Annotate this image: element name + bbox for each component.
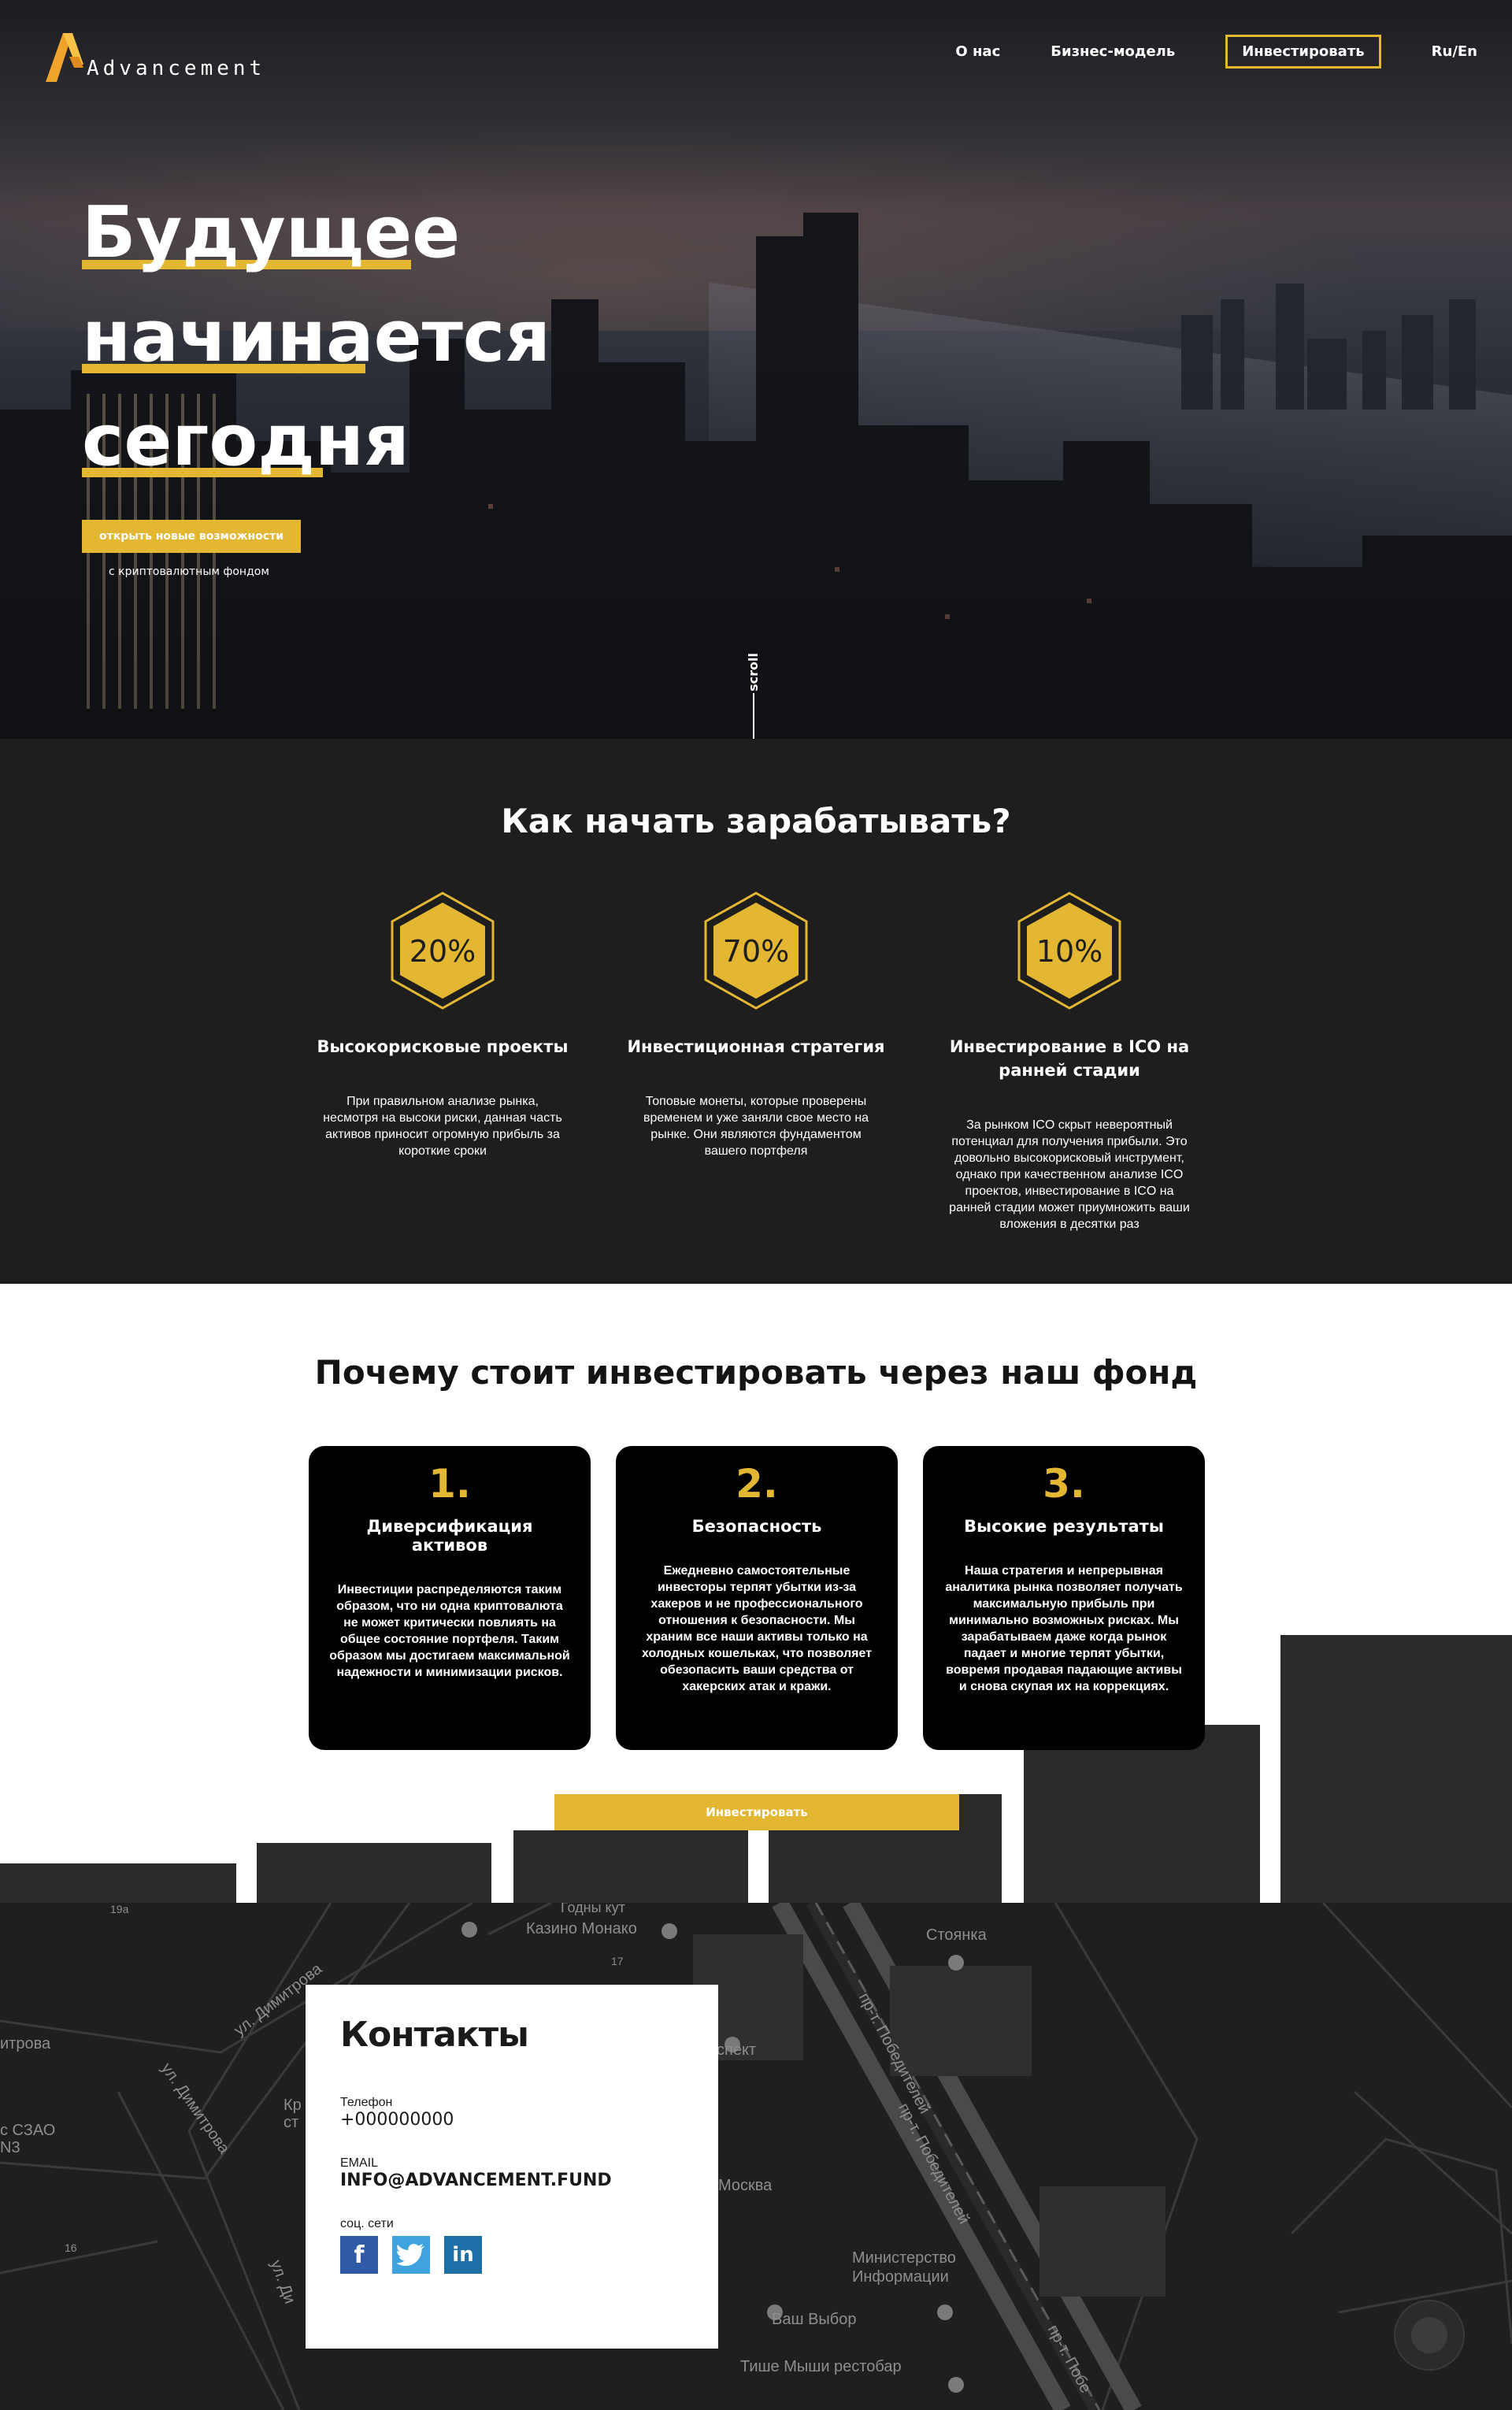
card-desc: Инвестиции распределяются таким образом,… [329, 1583, 570, 1679]
why-title: Почему стоит инвестировать через наш фон… [314, 1353, 1198, 1392]
card-title: Безопасность [691, 1517, 822, 1536]
map-label-parking: Стоянка [926, 1926, 987, 1944]
decorative-step [1024, 1725, 1260, 1903]
card-number: 2. [736, 1461, 778, 1507]
map-label-moscow: Москва [718, 2177, 773, 2194]
twitter-bird-icon [397, 2244, 424, 2266]
card-number: 3. [1043, 1461, 1085, 1507]
advantage-card: 3. Высокие результаты Наша стратегия и н… [923, 1446, 1205, 1750]
contacts-card: Контакты Телефон +000000000 EMAIL INFO@A… [306, 1985, 718, 2349]
nav-business-model-link[interactable]: Бизнес-модель [1051, 43, 1175, 60]
language-switch[interactable]: Ru/En [1432, 43, 1477, 60]
logo-text: Advancement [87, 57, 266, 80]
scroll-label: scroll [745, 653, 761, 691]
map-roads [0, 1903, 1512, 2410]
headline-line-2: начинается [82, 295, 551, 378]
social-links: f in [340, 2236, 684, 2274]
earn-title: Как начать зарабатывать? [501, 802, 1011, 840]
logo-mark-icon [46, 33, 83, 82]
card-title: Диверсификация активов [366, 1517, 533, 1555]
earn-item-desc: Топовые монеты, которые проверены времен… [643, 1095, 869, 1158]
twitter-icon[interactable] [392, 2236, 430, 2274]
earn-item-title: Высокорисковые проекты [317, 1037, 569, 1056]
headline-line-1: Будущее [82, 191, 461, 274]
map-label-ministry-2: Информации [852, 2268, 949, 2286]
card-desc: Ежедневно самостоятельные инвесторы терп… [641, 1564, 873, 1693]
top-nav: О нас Бизнес-модель Инвестировать Ru/En [905, 35, 1477, 69]
map-label-szao-2: N3 [0, 2139, 20, 2156]
email-value[interactable]: INFO@ADVANCEMENT.FUND [340, 2171, 684, 2190]
map-label-itrova: итрова [0, 2035, 51, 2052]
map-label-ministry-1: Министерство [852, 2249, 956, 2267]
phone-label: Телефон [340, 2096, 393, 2109]
map-control-knob[interactable] [1411, 2317, 1447, 2353]
earn-item-title: Инвестиционная стратегия [627, 1037, 885, 1056]
decorative-step [513, 1830, 748, 1903]
earn-item: 10% Инвестирование в ICO на ранней стади… [936, 892, 1203, 1233]
earn-item-desc: При правильном анализе рынка, несмотря н… [323, 1095, 562, 1158]
hexagon-badge: 20% [391, 892, 495, 1010]
open-opportunities-button[interactable]: открыть новые возможности [82, 520, 301, 553]
map-label-your-choice: Ваш Выбор [772, 2311, 857, 2328]
percent-text: 10% [1036, 934, 1102, 969]
map-label-godny: Годны кут [561, 1903, 625, 1915]
scroll-indicator[interactable]: scroll [745, 646, 767, 739]
how-to-earn-section: Как начать зарабатывать? 20% Высокориско… [0, 739, 1512, 1284]
decorative-step [1280, 1635, 1512, 1903]
decorative-step [0, 1863, 236, 1903]
why-invest-section: Почему стоит инвестировать через наш фон… [0, 1284, 1512, 1903]
earn-item: 20% Высокорисковые проекты При правильно… [309, 892, 576, 1159]
advantage-card: 1. Диверсификация активов Инвестиции рас… [309, 1446, 591, 1750]
advantage-card: 2. Безопасность Ежедневно самостоятельны… [616, 1446, 898, 1750]
decorative-step [257, 1843, 491, 1903]
card-title: Высокие результаты [964, 1517, 1164, 1536]
email-label: EMAIL [340, 2156, 379, 2170]
contacts-title: Контакты [340, 2015, 529, 2055]
card-number: 1. [428, 1461, 471, 1507]
percent-text: 20% [410, 934, 476, 969]
hero-section: Advancement О нас Бизнес-модель Инвестир… [0, 0, 1512, 739]
cta-subtitle: с криптовалютным фондом [109, 565, 269, 578]
card-desc: Наша стратегия и непрерывная аналитика р… [945, 1564, 1183, 1693]
map-label-17: 17 [611, 1955, 624, 1967]
facebook-icon[interactable]: f [340, 2236, 378, 2274]
linkedin-icon[interactable]: in [444, 2236, 482, 2274]
logo[interactable]: Advancement [46, 33, 265, 82]
invest-button[interactable]: Инвестировать [554, 1794, 959, 1830]
hero-headline: Будущее начинается сегодня [82, 181, 550, 493]
map-section[interactable]: Казино Монако Годны кут Стоянка Москва М… [0, 1903, 1512, 2410]
percent-text: 70% [723, 934, 789, 969]
earn-item-title: Инвестирование в ICO на ранней стадии [949, 1037, 1190, 1080]
map-label-16: 16 [65, 2241, 77, 2254]
earn-item-desc: За рынком ICO скрыт невероятный потенциа… [949, 1118, 1190, 1231]
map-label-kr-1: Кр [284, 2097, 302, 2114]
map-label-kr-2: ст [284, 2114, 299, 2131]
map-label-szao-1: с СЗАО [0, 2122, 56, 2139]
earn-item: 70% Инвестиционная стратегия Топовые мон… [622, 892, 890, 1159]
nav-about-link[interactable]: О нас [955, 43, 1000, 60]
nav-invest-button[interactable]: Инвестировать [1225, 35, 1381, 69]
phone-value[interactable]: +000000000 [340, 2110, 684, 2130]
headline-line-3: сегодня [82, 399, 410, 482]
map-label-quiet-mice: Тише Мыши рестобар [740, 2358, 902, 2375]
scroll-line [753, 693, 754, 739]
map-label-prospect: спект [717, 2041, 757, 2059]
social-label: соц. сети [340, 2217, 394, 2230]
hexagon-badge: 70% [704, 892, 808, 1010]
map-label-19a: 19а [110, 1903, 129, 1915]
map-label-casino: Казино Монако [526, 1920, 637, 1937]
hexagon-badge: 10% [1017, 892, 1121, 1010]
